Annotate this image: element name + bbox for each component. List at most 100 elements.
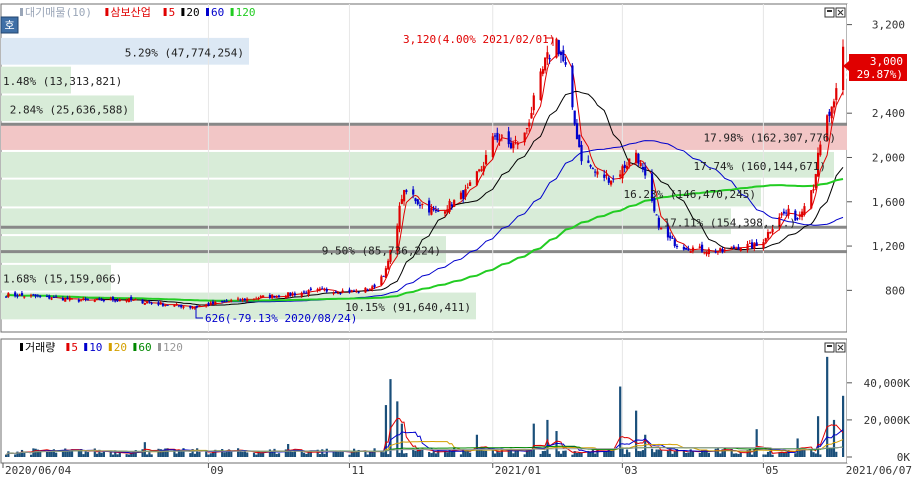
volume-bar [403, 453, 406, 457]
volume-bar [657, 449, 660, 457]
candle-body [814, 174, 817, 189]
candle-body [116, 300, 119, 302]
volume-bar [523, 454, 526, 457]
volume-bar [368, 451, 372, 457]
volume-bar [735, 453, 738, 457]
candle-body [468, 182, 472, 186]
candle-body [737, 246, 740, 249]
candle-body [482, 165, 485, 172]
candle-body [714, 251, 717, 253]
volume-bar [594, 453, 597, 457]
volume-bar [111, 454, 115, 457]
candle-body [587, 160, 590, 163]
candle-body [134, 299, 137, 301]
candle-body [623, 164, 626, 169]
candle-body [578, 134, 581, 148]
volume-bar [16, 451, 19, 457]
legend-label: 20 [186, 6, 199, 19]
candle-body [459, 192, 463, 200]
volume-bar [273, 448, 276, 457]
candle-body [421, 203, 424, 205]
volume-bar [350, 451, 353, 457]
volume-bar [494, 453, 497, 457]
candle-body [209, 302, 212, 305]
candle-body [355, 290, 358, 292]
candle-body [507, 131, 510, 145]
candle-body [146, 302, 149, 304]
volume-bar [530, 450, 533, 457]
volume-profile-label: 10.15% (91,640,411) [345, 301, 471, 314]
candle-body [605, 174, 608, 177]
candle-body [796, 218, 799, 220]
candle-body [384, 268, 388, 278]
volume-bar [591, 449, 595, 457]
volume-bar [478, 449, 481, 457]
volume-bar [660, 450, 663, 457]
volume-bar [532, 423, 535, 457]
candle-body [337, 292, 340, 294]
candle-body [628, 158, 631, 166]
volume-bar [541, 451, 544, 457]
legend-swatch [133, 343, 137, 351]
volume-bar [491, 449, 494, 457]
candle-body [832, 101, 836, 108]
legend-label: 60 [211, 6, 224, 19]
candle-body [164, 304, 167, 306]
maximize-icon[interactable] [824, 7, 835, 18]
volume-bar [325, 448, 328, 457]
volume-bar [782, 452, 786, 457]
side-button[interactable]: 호 [0, 16, 19, 34]
candle-body [830, 106, 833, 119]
volume-bar [146, 454, 149, 457]
candle-body [166, 304, 169, 306]
price-tick-label: 1,200 [872, 240, 905, 253]
volume-profile-label: 1.68% (15,159,066) [3, 273, 122, 286]
candle-body [48, 295, 51, 299]
candle-body [20, 293, 24, 296]
candle-body [464, 188, 467, 198]
candle-body [214, 302, 217, 305]
candle-body [478, 169, 481, 172]
candle-body [766, 232, 770, 239]
candle-body [687, 248, 690, 251]
candle-body [173, 304, 176, 307]
candle-body [596, 171, 599, 175]
candle-body [612, 178, 615, 180]
candle-body [289, 292, 292, 296]
high-annotation-text: 3,120(4.00% 2021/02/01) [403, 33, 555, 46]
volume-bar [432, 451, 435, 457]
candle-body [669, 235, 672, 239]
legend-label: 5 [169, 6, 176, 19]
candle-body [45, 296, 49, 298]
candle-body [432, 208, 435, 210]
volume-bar [428, 451, 431, 457]
volume-bar [666, 450, 670, 457]
candle-body [80, 300, 83, 302]
volume-bar [180, 451, 183, 457]
volume-bar [277, 453, 281, 457]
candle-body [100, 299, 103, 301]
volume-profile-label: 17.11% (154,398,...) [664, 216, 796, 229]
date-axis: 2020/06/04 09 11 2021/01 03 05 2021/06/07 [2, 463, 912, 477]
volume-bar [671, 453, 674, 457]
candle-body [450, 204, 453, 207]
candle-body [32, 294, 35, 296]
candle-body [819, 144, 822, 156]
candle-body [403, 190, 406, 202]
candle-body [448, 200, 451, 212]
candle-body [762, 242, 765, 248]
volume-bar [819, 454, 822, 457]
candle-body [721, 249, 724, 253]
volume-bar [771, 454, 774, 457]
low-annotation-text: 626(-79.13% 2020/08/24) [205, 312, 357, 325]
candle-body [321, 288, 324, 290]
candle-body [589, 165, 592, 167]
candle-body [246, 298, 249, 302]
candle-body [575, 123, 579, 140]
candle-body [443, 211, 447, 214]
candle-body [496, 132, 499, 141]
candle-body [671, 237, 674, 239]
candle-body [530, 112, 533, 119]
volume-maximize-icon[interactable] [824, 342, 835, 353]
candle-body [7, 293, 10, 297]
